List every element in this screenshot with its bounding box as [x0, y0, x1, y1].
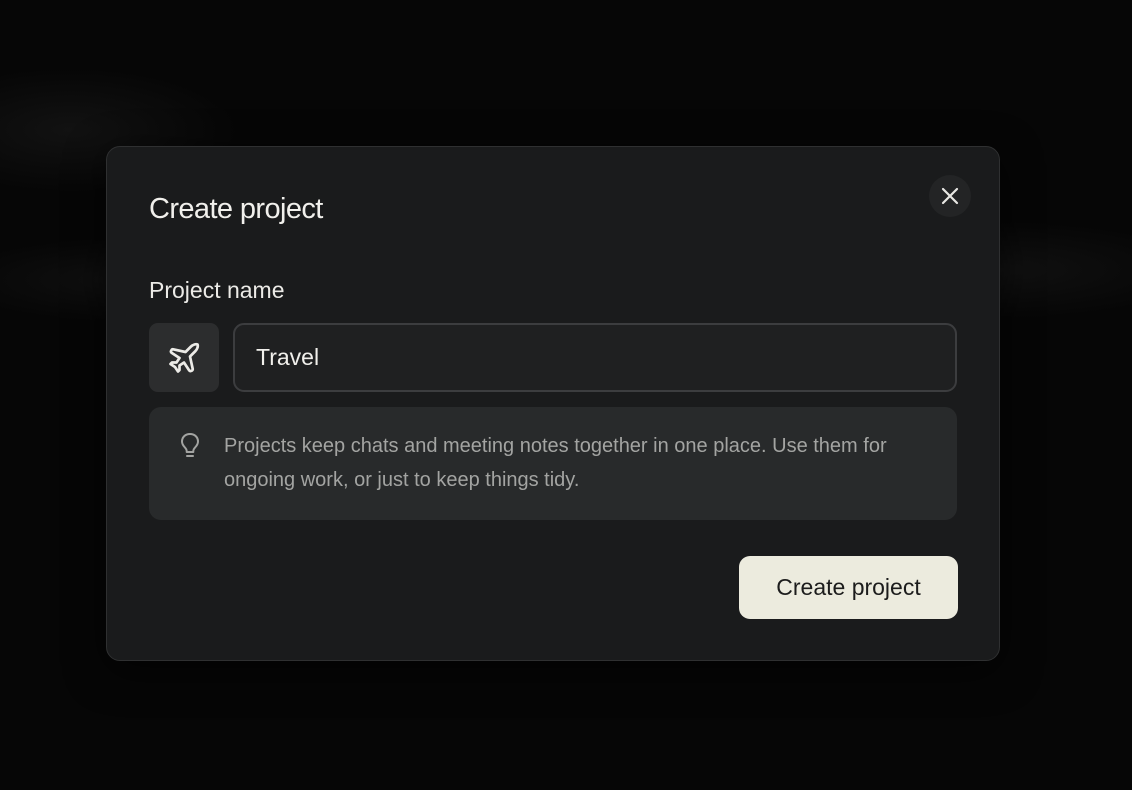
- project-icon-picker[interactable]: [149, 323, 219, 392]
- airplane-icon: [169, 342, 200, 373]
- create-project-dialog: Create project Project name Projects kee…: [106, 146, 1000, 661]
- project-name-input[interactable]: [233, 323, 957, 392]
- close-icon: [941, 187, 959, 205]
- info-callout: Projects keep chats and meeting notes to…: [149, 407, 957, 520]
- lightbulb-icon: [181, 433, 199, 457]
- create-project-button[interactable]: Create project: [739, 556, 958, 619]
- info-callout-text: Projects keep chats and meeting notes to…: [224, 435, 887, 491]
- dialog-title: Create project: [149, 193, 323, 225]
- close-button[interactable]: [929, 175, 971, 217]
- project-name-label: Project name: [149, 277, 285, 303]
